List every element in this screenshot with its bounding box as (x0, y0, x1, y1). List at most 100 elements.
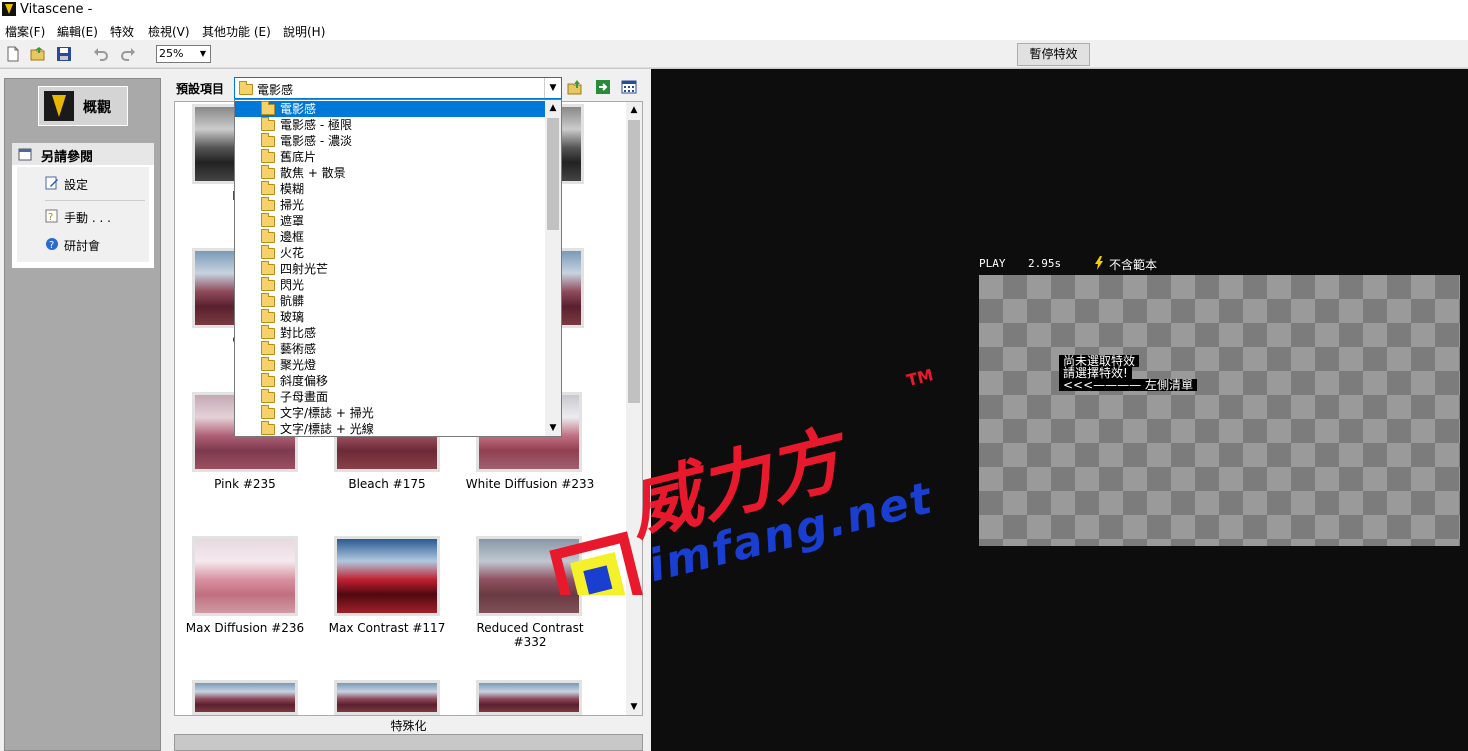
folder-icon (261, 293, 275, 307)
dropdown-item[interactable]: 模糊 (235, 181, 546, 197)
scroll-thumb[interactable] (547, 118, 559, 230)
dropdown-item[interactable]: 閃光 (235, 277, 546, 293)
preset-combobox[interactable]: 電影感 ▼ (234, 77, 562, 99)
scroll-down-icon[interactable]: ▼ (626, 699, 642, 715)
grid-view-icon[interactable] (621, 79, 637, 95)
folder-icon (261, 421, 275, 435)
folder-icon (261, 309, 275, 323)
folder-icon (261, 261, 275, 275)
preset-label: White Diffusion #233 (465, 477, 595, 491)
template-status: 不含範本 (1109, 258, 1158, 272)
dropdown-item[interactable]: 掃光 (235, 197, 546, 213)
dropdown-item[interactable]: 電影感 (235, 101, 546, 117)
dropdown-item-label: 文字/標誌 + 掃光 (280, 406, 374, 420)
menu-help[interactable]: 說明(H) (283, 23, 325, 40)
folder-icon (261, 341, 275, 355)
scroll-down-icon[interactable]: ▼ (545, 420, 561, 436)
folder-icon (239, 81, 253, 95)
dropdown-item-label: 四射光芒 (280, 262, 329, 276)
category-footer: 特殊化 (390, 719, 427, 733)
dropdown-item[interactable]: 文字/標誌 + 掃光 (235, 405, 546, 421)
dropdown-item[interactable]: 電影感 - 濃淡 (235, 133, 546, 149)
scroll-up-icon[interactable]: ▲ (626, 102, 642, 118)
folder-up-icon[interactable] (567, 79, 583, 95)
dropdown-item[interactable]: 玻璃 (235, 309, 546, 325)
preset-label: Max Diffusion #236 (185, 621, 305, 635)
scroll-thumb[interactable] (628, 120, 640, 403)
dropdown-item-label: 舊底片 (280, 150, 317, 164)
calendar-icon (18, 148, 32, 161)
footer-bar (174, 734, 643, 751)
dropdown-item[interactable]: 斜度偏移 (235, 373, 546, 389)
folder-icon (261, 389, 275, 403)
chevron-down-icon[interactable]: ▼ (196, 46, 210, 62)
see-also-list: 設定 ? 手動 . . . ? 研討會 (17, 167, 149, 262)
pause-effect-button[interactable]: 暫停特效 (1017, 43, 1090, 66)
menu-other[interactable]: 其他功能 (E) (202, 23, 271, 40)
redo-icon[interactable] (120, 46, 136, 62)
dropdown-item[interactable]: 電影感 - 極限 (235, 117, 546, 133)
overview-button[interactable]: 概觀 (38, 86, 128, 126)
folder-icon (261, 277, 275, 291)
divider (45, 200, 145, 201)
zoom-select[interactable]: 25% ▼ (156, 45, 211, 63)
preset-thumbnail-reduced-contrast[interactable] (476, 536, 582, 616)
dropdown-item-label: 電影感 (280, 102, 317, 116)
dropdown-item-label: 玻璃 (280, 310, 305, 324)
chevron-down-icon[interactable]: ▼ (544, 78, 561, 98)
open-folder-icon[interactable] (30, 46, 46, 62)
menu-view[interactable]: 檢視(V) (148, 23, 190, 40)
dropdown-item[interactable]: 四射光芒 (235, 261, 546, 277)
preset-thumbnail[interactable] (334, 680, 440, 715)
see-also-settings[interactable]: 設定 (64, 176, 88, 193)
scroll-up-icon[interactable]: ▲ (545, 100, 561, 116)
preset-thumbnail[interactable] (192, 680, 298, 715)
preset-thumbnail-max-diffusion[interactable] (192, 536, 298, 616)
preset-label: Pink #235 (214, 477, 276, 491)
folder-icon (261, 213, 275, 227)
dropdown-item[interactable]: 舊底片 (235, 149, 546, 165)
svg-text:?: ? (48, 212, 53, 223)
new-file-icon[interactable] (5, 46, 21, 62)
question-circle-icon: ? (46, 238, 58, 251)
dropdown-item[interactable]: 聚光燈 (235, 357, 546, 373)
menu-bar: 檔案(F) 編輯(E) 特效 檢視(V) 其他功能 (E) 說明(H) (0, 20, 1468, 41)
dropdown-item[interactable]: 邊框 (235, 229, 546, 245)
dropdown-item[interactable]: 文字/標誌 + 光線 (235, 421, 546, 436)
menu-edit[interactable]: 編輯(E) (57, 23, 98, 40)
dropdown-scrollbar[interactable]: ▲ ▼ (545, 100, 561, 436)
dropdown-item-label: 電影感 - 極限 (280, 118, 352, 132)
see-also-header: 另請參閱 (12, 143, 154, 165)
folder-icon (261, 133, 275, 147)
undo-icon[interactable] (93, 46, 109, 62)
manual-help-icon: ? (45, 209, 58, 223)
dropdown-item[interactable]: 散焦 + 散景 (235, 165, 546, 181)
save-icon[interactable] (56, 46, 72, 62)
dropdown-item-label: 遮罩 (280, 214, 305, 228)
folder-icon (261, 245, 275, 259)
menu-file[interactable]: 檔案(F) (5, 23, 45, 40)
see-also-manual[interactable]: 手動 . . . (64, 209, 111, 226)
see-also-seminar[interactable]: 研討會 (64, 237, 100, 254)
dropdown-item[interactable]: 遮罩 (235, 213, 546, 229)
see-also-title: 另請參閱 (41, 150, 94, 165)
dropdown-item[interactable]: 藝術感 (235, 341, 546, 357)
dropdown-item[interactable]: 骯髒 (235, 293, 546, 309)
preset-dropdown-list: 電影感電影感 - 極限 電影感 - 濃淡 舊底片 散焦 + 散景 模糊 掃光 遮罩邊框 火花四… (234, 99, 562, 437)
folder-icon (261, 325, 275, 339)
dropdown-item[interactable]: 火花 (235, 245, 546, 261)
lightning-icon (1095, 256, 1103, 270)
toolbar (0, 41, 1468, 68)
preset-thumbnail[interactable] (476, 680, 582, 715)
dropdown-item-label: 骯髒 (280, 294, 305, 308)
folder-icon (261, 117, 275, 131)
arrow-right-icon[interactable] (595, 79, 611, 95)
dropdown-item[interactable]: 子母畫面 (235, 389, 546, 405)
dropdown-item-label: 邊框 (280, 230, 305, 244)
left-list-hint: <<<———— 左側清單 (1059, 379, 1197, 391)
dropdown-item[interactable]: 對比感 (235, 325, 546, 341)
see-also-box: 另請參閱 設定 ? 手動 . . . ? 研討會 (12, 143, 154, 268)
gallery-scrollbar[interactable]: ▲ ▼ (626, 102, 642, 715)
preset-thumbnail-max-contrast[interactable] (334, 536, 440, 616)
menu-effects[interactable]: 特效 (110, 23, 134, 40)
